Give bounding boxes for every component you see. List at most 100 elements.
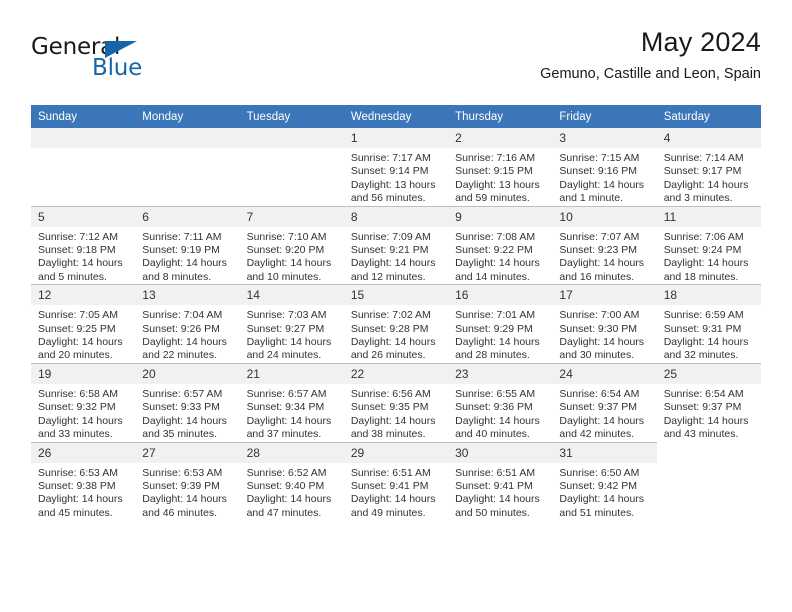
day-number: 18	[656, 285, 761, 306]
calendar-cell-empty	[31, 128, 136, 207]
calendar-day-cell[interactable]: 25 Sunrise: 6:54 AM Sunset: 9:37 PM Dayligh…	[656, 362, 761, 442]
day-details	[240, 148, 344, 152]
day-details: Sunrise: 6:55 AM Sunset: 9:36 PM Daylight:…	[448, 384, 552, 442]
day-details: Sunrise: 7:09 AM Sunset: 9:21 PM Daylight:…	[344, 227, 448, 285]
calendar-day-cell[interactable]: 3 Sunrise: 7:15 AM Sunset: 9:16 PM Daylight…	[552, 128, 657, 207]
calendar-day-cell[interactable]: 11 Sunrise: 7:06 AM Sunset: 9:24 PM Dayligh…	[656, 205, 761, 285]
calendar-day-cell[interactable]: 10 Sunrise: 7:07 AM Sunset: 9:23 PM Dayligh…	[552, 205, 657, 285]
daylight-text: Daylight: 14 hours	[246, 336, 332, 349]
calendar-day-cell[interactable]: 24 Sunrise: 6:54 AM Sunset: 9:37 PM Dayligh…	[552, 362, 657, 442]
calendar-day-cell[interactable]: 21 Sunrise: 6:57 AM Sunset: 9:34 PM Dayligh…	[239, 362, 344, 442]
sunrise-text: Sunrise: 6:55 AM	[455, 387, 536, 400]
sunrise-text: Sunrise: 6:51 AM	[455, 466, 536, 479]
sunset-text: Sunset: 9:14 PM	[350, 165, 429, 178]
calendar-day-cell[interactable]: 23 Sunrise: 6:55 AM Sunset: 9:36 PM Dayligh…	[448, 362, 553, 442]
day-details: Sunrise: 6:53 AM Sunset: 9:39 PM Daylight:…	[135, 463, 239, 521]
day-number: 2	[448, 128, 553, 148]
calendar-day-cell[interactable]: 15 Sunrise: 7:02 AM Sunset: 9:28 PM Dayligh…	[343, 284, 449, 364]
calendar-day-cell[interactable]: 16 Sunrise: 7:01 AM Sunset: 9:29 PM Dayligh…	[448, 284, 553, 364]
day-details: Sunrise: 6:54 AM Sunset: 9:37 PM Daylight:…	[552, 384, 656, 442]
sunset-text: Sunset: 9:24 PM	[663, 244, 742, 257]
sunrise-text: Sunrise: 6:56 AM	[350, 387, 431, 400]
daylight-text: Daylight: 14 hours	[559, 336, 645, 349]
calendar-day-cell[interactable]: 28 Sunrise: 6:52 AM Sunset: 9:40 PM Dayligh…	[239, 441, 344, 521]
day-details: Sunrise: 7:08 AM Sunset: 9:22 PM Daylight:…	[448, 227, 552, 285]
calendar-day-cell[interactable]: 9 Sunrise: 7:08 AM Sunset: 9:22 PM Daylight…	[448, 205, 553, 285]
sunset-text: Sunset: 9:41 PM	[350, 479, 429, 492]
sunset-text: Sunset: 9:40 PM	[246, 479, 325, 492]
daylight-text-cont: and 47 minutes.	[246, 506, 322, 519]
daylight-text-cont: and 14 minutes.	[455, 270, 530, 283]
day-details: Sunrise: 7:15 AM Sunset: 9:16 PM Daylight:…	[552, 148, 656, 206]
calendar-day-cell[interactable]: 18 Sunrise: 6:59 AM Sunset: 9:31 PM Dayligh…	[656, 284, 761, 364]
daylight-text-cont: and 45 minutes.	[38, 506, 113, 519]
day-number	[31, 128, 136, 148]
calendar-day-cell[interactable]: 5 Sunrise: 7:12 AM Sunset: 9:18 PM Daylight…	[31, 205, 136, 285]
day-details: Sunrise: 6:57 AM Sunset: 9:33 PM Daylight:…	[135, 384, 239, 442]
day-number: 20	[135, 363, 240, 384]
calendar-day-cell[interactable]: 7 Sunrise: 7:10 AM Sunset: 9:20 PM Daylight…	[239, 205, 344, 285]
sunrise-text: Sunrise: 7:11 AM	[142, 230, 222, 243]
calendar-day-cell[interactable]: 6 Sunrise: 7:11 AM Sunset: 9:19 PM Daylight…	[135, 205, 240, 285]
calendar-day-cell[interactable]: 30 Sunrise: 6:51 AM Sunset: 9:41 PM Dayligh…	[448, 441, 553, 521]
calendar-day-cell[interactable]: 14 Sunrise: 7:03 AM Sunset: 9:27 PM Dayligh…	[239, 284, 344, 364]
day-details: Sunrise: 7:03 AM Sunset: 9:27 PM Daylight:…	[240, 305, 344, 363]
sunrise-text: Sunrise: 6:57 AM	[246, 387, 327, 400]
sunset-text: Sunset: 9:23 PM	[559, 244, 638, 257]
calendar-day-cell[interactable]: 12 Sunrise: 7:05 AM Sunset: 9:25 PM Dayligh…	[31, 284, 136, 364]
day-number: 17	[552, 285, 657, 306]
day-number: 7	[239, 206, 344, 227]
day-details: Sunrise: 6:50 AM Sunset: 9:42 PM Daylight:…	[552, 463, 656, 521]
page-title: May 2024	[640, 27, 761, 57]
calendar-day-cell[interactable]: 13 Sunrise: 7:04 AM Sunset: 9:26 PM Dayligh…	[135, 284, 240, 364]
weekday-header-wednesday: Wednesday	[343, 105, 449, 128]
day-details: Sunrise: 6:53 AM Sunset: 9:38 PM Daylight:…	[31, 463, 135, 521]
day-number: 24	[552, 363, 657, 384]
daylight-text: Daylight: 14 hours	[350, 336, 436, 349]
day-details: Sunrise: 6:57 AM Sunset: 9:34 PM Daylight:…	[240, 384, 344, 442]
day-details: Sunrise: 7:10 AM Sunset: 9:20 PM Daylight:…	[240, 227, 344, 285]
daylight-text-cont: and 43 minutes.	[663, 428, 739, 441]
calendar-day-cell[interactable]: 4 Sunrise: 7:14 AM Sunset: 9:17 PM Daylight…	[656, 128, 761, 207]
calendar-cell-empty	[239, 128, 344, 207]
calendar-day-cell[interactable]: 1 Sunrise: 7:17 AM Sunset: 9:14 PM Daylight…	[343, 128, 449, 207]
daylight-text-cont: and 26 minutes.	[350, 349, 426, 362]
page-header: General Blue May 2024 Gemuno, Castille a…	[31, 26, 761, 96]
daylight-text-cont: and 28 minutes.	[455, 349, 530, 362]
sunrise-text: Sunrise: 6:52 AM	[246, 466, 327, 479]
day-details: Sunrise: 7:04 AM Sunset: 9:26 PM Daylight:…	[135, 305, 239, 363]
calendar-day-cell[interactable]: 2 Sunrise: 7:16 AM Sunset: 9:15 PM Daylight…	[448, 128, 553, 207]
day-number: 22	[343, 363, 449, 384]
calendar-week-row: 26 Sunrise: 6:53 AM Sunset: 9:38 PM Dayligh…	[31, 441, 761, 521]
calendar-day-cell[interactable]: 26 Sunrise: 6:53 AM Sunset: 9:38 PM Dayligh…	[31, 441, 136, 521]
daylight-text-cont: and 1 minute.	[559, 192, 624, 205]
day-details: Sunrise: 7:06 AM Sunset: 9:24 PM Daylight:…	[657, 227, 761, 285]
general-blue-logo[interactable]: General Blue	[31, 34, 181, 86]
calendar-day-cell[interactable]: 17 Sunrise: 7:00 AM Sunset: 9:30 PM Dayligh…	[552, 284, 657, 364]
sunrise-text: Sunrise: 7:12 AM	[38, 230, 118, 243]
sunrise-text: Sunrise: 6:54 AM	[663, 387, 744, 400]
calendar-day-cell[interactable]: 31 Sunrise: 6:50 AM Sunset: 9:42 PM Dayligh…	[552, 441, 657, 521]
calendar-day-cell[interactable]: 22 Sunrise: 6:56 AM Sunset: 9:35 PM Dayligh…	[343, 362, 449, 442]
sunrise-text: Sunrise: 7:00 AM	[559, 309, 640, 322]
daylight-text: Daylight: 14 hours	[142, 257, 227, 270]
daylight-text: Daylight: 14 hours	[38, 336, 123, 349]
calendar-week-row: 5 Sunrise: 7:12 AM Sunset: 9:18 PM Daylight…	[31, 205, 761, 285]
calendar-day-cell[interactable]: 8 Sunrise: 7:09 AM Sunset: 9:21 PM Daylight…	[343, 205, 449, 285]
daylight-text: Daylight: 14 hours	[350, 493, 436, 506]
daylight-text-cont: and 50 minutes.	[455, 506, 530, 519]
sunset-text: Sunset: 9:17 PM	[663, 165, 742, 178]
calendar-day-cell[interactable]: 27 Sunrise: 6:53 AM Sunset: 9:39 PM Dayligh…	[135, 441, 240, 521]
day-details: Sunrise: 7:11 AM Sunset: 9:19 PM Daylight:…	[135, 227, 239, 285]
calendar-day-cell[interactable]: 29 Sunrise: 6:51 AM Sunset: 9:41 PM Dayligh…	[343, 441, 449, 521]
daylight-text-cont: and 8 minutes.	[142, 270, 212, 283]
day-details: Sunrise: 6:51 AM Sunset: 9:41 PM Daylight:…	[448, 463, 552, 521]
calendar-day-cell[interactable]: 20 Sunrise: 6:57 AM Sunset: 9:33 PM Dayligh…	[135, 362, 240, 442]
calendar-day-cell[interactable]: 19 Sunrise: 6:58 AM Sunset: 9:32 PM Dayligh…	[31, 362, 136, 442]
daylight-text: Daylight: 14 hours	[142, 336, 227, 349]
sunrise-text: Sunrise: 7:10 AM	[246, 230, 327, 243]
day-number: 29	[343, 442, 449, 463]
day-details: Sunrise: 7:02 AM Sunset: 9:28 PM Daylight:…	[344, 305, 448, 363]
day-details: Sunrise: 7:17 AM Sunset: 9:14 PM Daylight:…	[344, 148, 448, 206]
day-details: Sunrise: 7:14 AM Sunset: 9:17 PM Daylight:…	[657, 148, 761, 206]
